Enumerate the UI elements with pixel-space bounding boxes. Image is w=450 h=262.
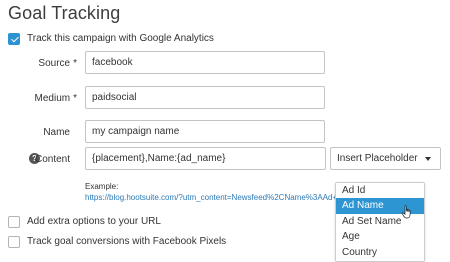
dropdown-option-ad-id[interactable]: Ad Id — [336, 183, 424, 198]
fb-pixels-checkbox[interactable] — [8, 236, 20, 248]
name-input[interactable] — [85, 120, 325, 143]
dropdown-option-age[interactable]: Age — [336, 229, 424, 244]
placeholder-dropdown-menu: Ad Id Ad Name Ad Set Name Age Country — [335, 182, 425, 262]
extra-options-checkbox[interactable] — [8, 216, 20, 228]
content-input[interactable] — [85, 147, 326, 170]
medium-label: Medium * — [34, 93, 77, 104]
example-label: Example: — [85, 182, 119, 191]
insert-placeholder-select[interactable]: Insert Placeholder — [330, 147, 441, 170]
chevron-down-icon — [425, 157, 431, 161]
insert-placeholder-label: Insert Placeholder — [337, 153, 418, 164]
source-required-mark: * — [73, 58, 77, 69]
source-label: Source * — [38, 58, 77, 69]
medium-required-mark: * — [73, 93, 77, 104]
content-label: Content — [34, 154, 70, 165]
medium-input[interactable] — [85, 86, 325, 109]
dropdown-option-country[interactable]: Country — [336, 245, 424, 260]
example-url-link[interactable]: https://blog.hootsuite.com/?utm_content=… — [85, 193, 346, 202]
extra-options-label: Add extra options to your URL — [27, 216, 161, 227]
fb-pixels-label: Track goal conversions with Facebook Pix… — [27, 236, 227, 247]
source-input[interactable] — [85, 51, 325, 74]
track-analytics-label: Track this campaign with Google Analytic… — [27, 33, 214, 44]
track-analytics-checkbox[interactable] — [8, 33, 20, 45]
page-title: Goal Tracking — [8, 3, 121, 23]
hand-cursor-icon — [401, 205, 411, 219]
name-label: Name — [43, 127, 70, 138]
